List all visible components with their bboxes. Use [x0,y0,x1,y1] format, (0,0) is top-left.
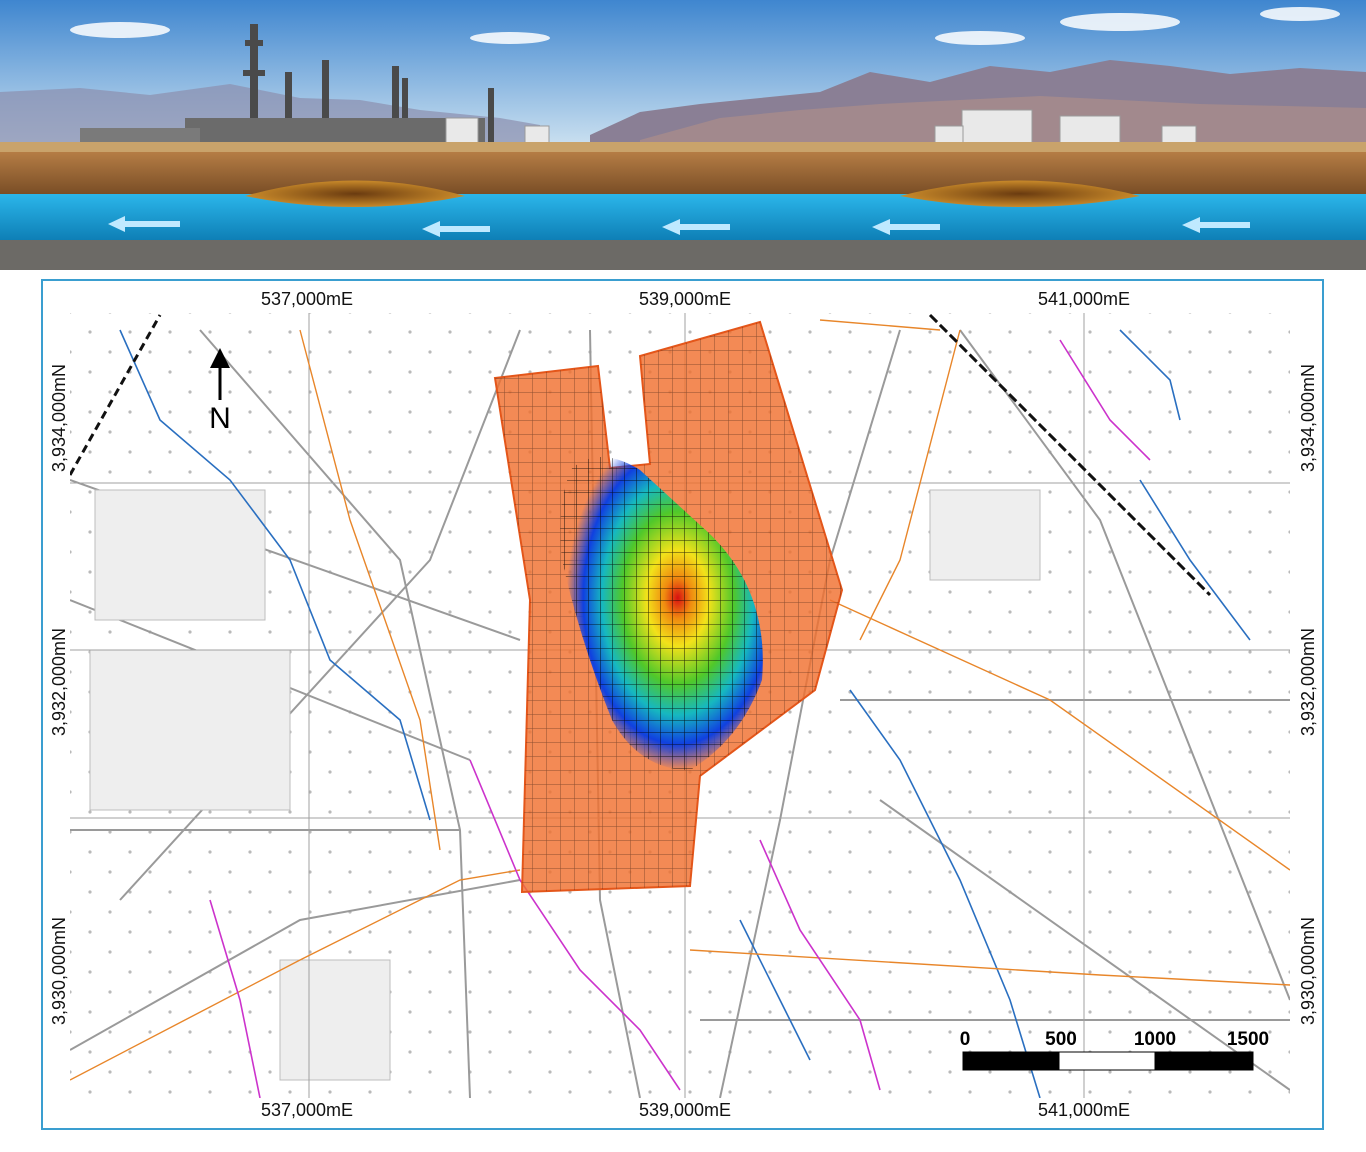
easting-label: 537,000mE [261,1100,353,1120]
northing-label: 3,932,000mN [49,628,69,736]
northing-labels-left: 3,934,000mN 3,932,000mN 3,930,000mN [49,364,69,1025]
northing-label: 3,930,000mN [1298,917,1318,1025]
easting-label: 541,000mE [1038,1100,1130,1120]
northing-label: 3,932,000mN [1298,628,1318,736]
northing-label: 3,934,000mN [49,364,69,472]
scale-tick-label: 1000 [1134,1029,1176,1050]
site-map: 537,000mE 539,000mE 541,000mE 537,000mE … [49,289,1318,1120]
north-label: N [209,402,231,435]
northing-labels-right: 3,934,000mN 3,932,000mN 3,930,000mN [1298,364,1318,1025]
easting-labels-top: 537,000mE 539,000mE 541,000mE [261,289,1130,309]
easting-labels-bottom: 537,000mE 539,000mE 541,000mE [261,1100,1130,1120]
scale-tick-label: 500 [1045,1029,1077,1050]
northing-label: 3,930,000mN [49,917,69,1025]
easting-label: 537,000mE [261,289,353,309]
easting-label: 539,000mE [639,289,731,309]
easting-label: 541,000mE [1038,289,1130,309]
easting-label: 539,000mE [639,1100,731,1120]
scale-tick-label: 0 [960,1029,971,1050]
northing-label: 3,934,000mN [1298,364,1318,472]
scale-tick-label: 1500 [1227,1029,1269,1050]
